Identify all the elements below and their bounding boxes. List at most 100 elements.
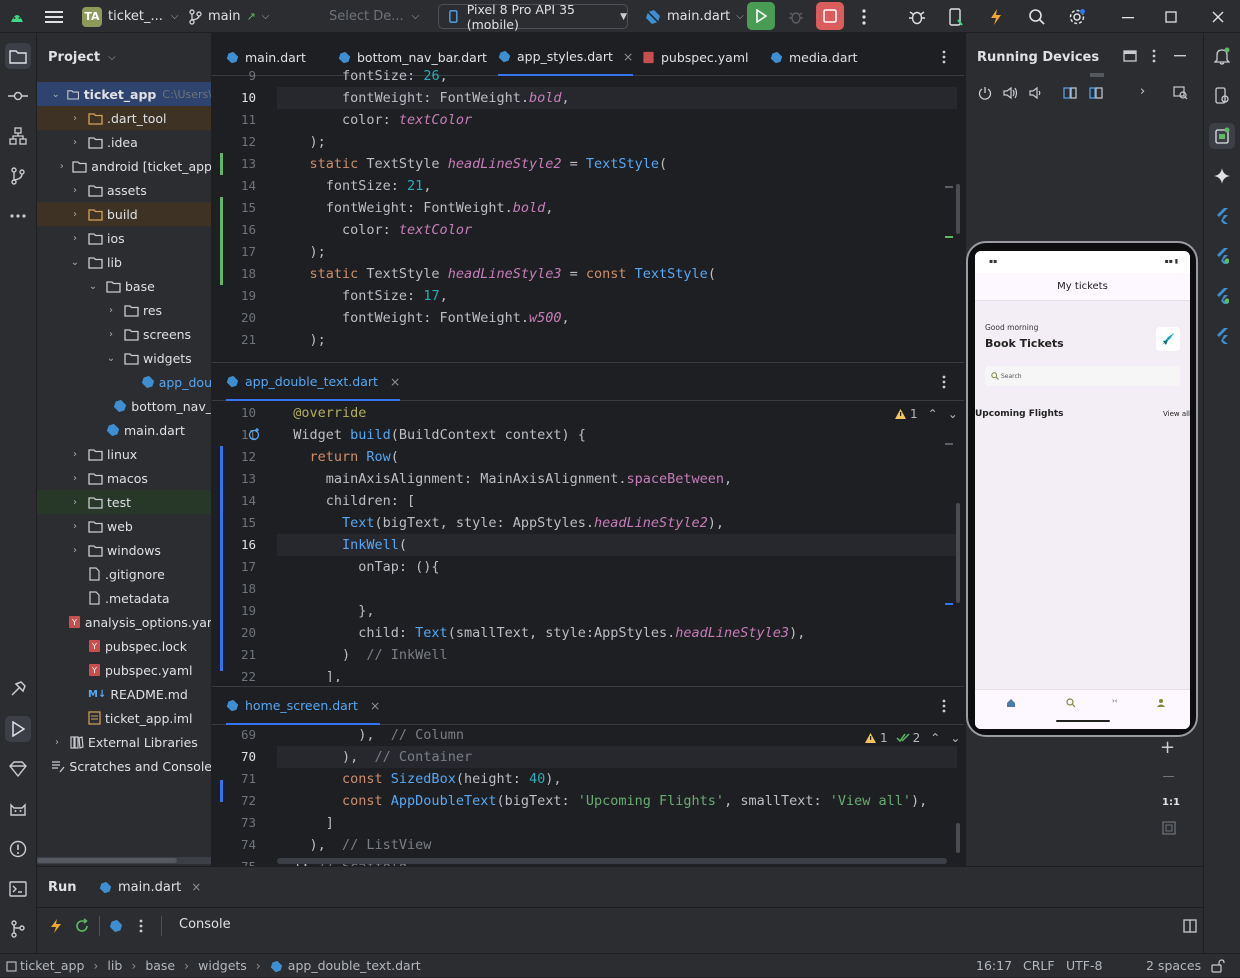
hot-reload-icon[interactable] xyxy=(50,918,62,934)
code-line[interactable]: fontSize: 26, xyxy=(277,65,448,87)
code-line[interactable]: Text(bigText, style: AppStyles.headLineS… xyxy=(277,512,724,534)
tree-item[interactable]: › ios xyxy=(37,226,211,250)
close-icon[interactable]: × xyxy=(390,374,400,389)
editor-home-screen[interactable]: home_screen.dart× 1 2 ⌃ ⌄ 69707172737475… xyxy=(212,686,964,866)
code-line[interactable]: ); xyxy=(277,329,326,351)
volume-down-icon[interactable] xyxy=(1029,86,1042,100)
code-line[interactable]: ] xyxy=(277,812,334,834)
code-line[interactable]: ), // Container xyxy=(277,746,957,768)
more-vertical-icon[interactable] xyxy=(942,699,946,713)
config-selector[interactable]: Select De... ⌵ xyxy=(329,0,419,33)
gemini-button[interactable] xyxy=(1209,163,1235,189)
chevron-right-icon[interactable]: › xyxy=(57,161,66,172)
code-line[interactable]: InkWell( xyxy=(277,534,957,556)
attach-debugger-button[interactable] xyxy=(904,4,930,30)
tree-item[interactable]: app_dou xyxy=(37,370,211,394)
close-icon[interactable]: × xyxy=(191,880,201,894)
chevron-right-icon[interactable]: › xyxy=(104,329,118,340)
code-line[interactable]: static TextStyle headLineStyle3 = const … xyxy=(277,263,716,285)
tree-item[interactable]: › screens xyxy=(37,322,211,346)
chevron-right-icon[interactable]: › xyxy=(1140,84,1145,99)
editor-tab[interactable]: app_styles.dart × xyxy=(498,38,634,76)
code-line[interactable]: const AppDoubleText(bigText: 'Upcoming F… xyxy=(277,790,927,812)
zoom-out-button[interactable] xyxy=(1163,776,1174,777)
code-line[interactable]: fontWeight: FontWeight.w500, xyxy=(277,307,570,329)
search-box[interactable]: Search xyxy=(985,366,1180,386)
close-icon[interactable]: × xyxy=(623,49,633,64)
tree-item[interactable]: bottom_nav_ xyxy=(37,394,211,418)
tree-item[interactable]: Scratches and Console xyxy=(37,754,211,778)
main-menu-icon[interactable] xyxy=(41,4,67,30)
close-icon[interactable]: × xyxy=(370,698,380,713)
run-config-selector[interactable]: main.dart ⌵ xyxy=(645,0,744,33)
code-line[interactable]: fontSize: 17, xyxy=(277,285,448,307)
tree-item[interactable]: › web xyxy=(37,514,211,538)
override-method-icon[interactable] xyxy=(248,427,262,441)
tree-item[interactable]: › res xyxy=(37,298,211,322)
commit-tool-button[interactable] xyxy=(5,83,31,109)
editor-tab[interactable]: pubspec.yaml xyxy=(642,38,748,76)
code-line[interactable]: fontWeight: FontWeight.bold, xyxy=(277,197,554,219)
chevron-right-icon[interactable]: › xyxy=(68,449,82,460)
code-line[interactable]: ); xyxy=(277,241,326,263)
tree-root-row[interactable]: ⌄ ticket_app C:\Users\ xyxy=(37,82,211,106)
code-line[interactable]: mainAxisAlignment: MainAxisAlignment.spa… xyxy=(277,468,732,490)
chevron-right-icon[interactable]: › xyxy=(68,545,82,556)
editor-app-styles[interactable]: main.dart bottom_nav_bar.dart app_styles.d… xyxy=(212,38,964,360)
fit-screen-icon[interactable] xyxy=(1162,821,1176,835)
more-vertical-icon[interactable] xyxy=(942,50,946,64)
power-icon[interactable] xyxy=(978,86,992,100)
flutter-outline-button[interactable] xyxy=(1209,283,1235,309)
flutter-performance-button[interactable] xyxy=(1209,243,1235,269)
tree-item[interactable]: › .idea xyxy=(37,130,211,154)
tree-item[interactable]: Ypubspec.lock xyxy=(37,634,211,658)
code-line[interactable]: ); xyxy=(277,131,326,153)
chevron-right-icon[interactable]: › xyxy=(104,305,118,316)
code-line[interactable]: color: textColor xyxy=(277,109,472,131)
tree-item[interactable]: › android [ticket_app xyxy=(37,154,211,178)
debug-button[interactable] xyxy=(783,4,809,30)
scrollbar-thumb[interactable] xyxy=(956,184,960,234)
more-vertical-icon[interactable] xyxy=(139,919,143,933)
vcs-branch-widget[interactable]: main ↗ ⌵ xyxy=(188,0,269,33)
editor-tab[interactable]: home_screen.dart × xyxy=(226,687,381,725)
code-line[interactable]: ), // Column xyxy=(277,724,464,746)
editor-tab[interactable]: media.dart xyxy=(770,38,858,76)
tree-item[interactable]: › test xyxy=(37,490,211,514)
tree-item[interactable]: .metadata xyxy=(37,586,211,610)
stop-button[interactable] xyxy=(816,2,844,30)
code-line[interactable]: const SizedBox(height: 40), xyxy=(277,768,562,790)
more-vertical-icon[interactable] xyxy=(1152,49,1156,63)
chevron-right-icon[interactable]: › xyxy=(68,521,82,532)
tree-item[interactable]: › External Libraries xyxy=(37,730,211,754)
project-panel-header[interactable]: Project ⌵ xyxy=(48,33,116,81)
minimize-button[interactable] xyxy=(1115,4,1141,30)
flutter-inspector-button[interactable] xyxy=(1209,203,1235,229)
tree-item[interactable]: Ypubspec.yaml xyxy=(37,658,211,682)
app-quality-tool-button[interactable] xyxy=(5,756,31,782)
hide-icon[interactable] xyxy=(1174,55,1186,57)
hot-restart-icon[interactable] xyxy=(74,918,90,934)
tree-item[interactable]: › build xyxy=(37,202,211,226)
indent-setting[interactable]: 2 spaces xyxy=(1146,954,1201,978)
breadcrumb-item[interactable]: app_double_text.dart xyxy=(288,954,421,978)
code-line[interactable]: fontSize: 21, xyxy=(277,175,432,197)
more-tools-button[interactable] xyxy=(5,203,31,229)
breadcrumb-item[interactable]: base xyxy=(145,954,175,978)
code-area[interactable]: fontSize: 26, fontWeight: FontWeight.bol… xyxy=(277,68,957,360)
chevron-right-icon[interactable]: › xyxy=(68,473,82,484)
close-window-button[interactable] xyxy=(1205,4,1231,30)
more-actions-button[interactable] xyxy=(851,4,877,30)
breadcrumb-item[interactable]: ticket_app xyxy=(20,954,84,978)
chevron-down-icon[interactable]: ⌄ xyxy=(68,257,82,268)
chevron-right-icon[interactable]: › xyxy=(68,113,82,124)
flutter-devtools-button[interactable] xyxy=(1209,323,1235,349)
code-line[interactable]: children: [ xyxy=(277,490,415,512)
tree-item[interactable]: › windows xyxy=(37,538,211,562)
flutter-hot-reload-button[interactable] xyxy=(983,4,1009,30)
tree-item[interactable]: › assets xyxy=(37,178,211,202)
problems-tool-button[interactable] xyxy=(5,836,31,862)
tree-item[interactable]: ticket_app.iml xyxy=(37,706,211,730)
notifications-button[interactable] xyxy=(1209,43,1235,69)
run-tab-main[interactable]: main.dart × xyxy=(99,867,201,907)
